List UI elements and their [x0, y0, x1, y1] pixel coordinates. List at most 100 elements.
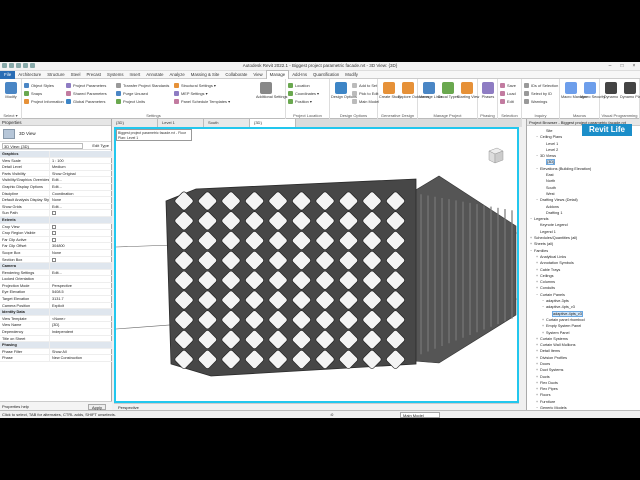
minimize-icon[interactable]: – — [606, 63, 614, 69]
dynamo-item-1[interactable]: Dynamo Player — [620, 82, 640, 100]
generative-item-0[interactable]: Create Study — [379, 82, 401, 100]
property-row[interactable]: Graphic Display Options Edit... — [0, 183, 112, 191]
property-row[interactable]: Crop View — [0, 223, 112, 231]
ribbon-tab-insert[interactable]: Insert — [127, 71, 144, 79]
design-option-item-2[interactable]: Main Model — [352, 98, 379, 105]
view-tab-2[interactable]: South — [204, 119, 250, 127]
property-value[interactable]: 1 : 100 — [50, 158, 112, 164]
settings-item-7[interactable]: Purge Unused — [116, 90, 148, 97]
ribbon-tab-annotate[interactable]: Annotate — [143, 71, 166, 79]
generative-item-1[interactable]: Explore Outcomes — [398, 82, 429, 100]
property-row[interactable]: Eye Elevation 5408.5 — [0, 289, 112, 297]
view-tab-0[interactable]: {3D} — [112, 119, 158, 127]
phases-button[interactable]: Phases — [478, 82, 498, 100]
property-row[interactable]: Rendering Settings Edit... — [0, 269, 112, 277]
ribbon-tab-structure[interactable]: Structure — [44, 71, 67, 79]
property-value[interactable]: Show All — [50, 349, 112, 355]
property-value[interactable]: Edit... — [50, 177, 112, 183]
instance-selector[interactable]: 3D View: {3D} — [2, 142, 83, 149]
property-value[interactable]: Edit... — [50, 270, 112, 276]
viewcube-icon[interactable] — [484, 145, 506, 167]
property-value[interactable]: Edit... — [50, 184, 112, 190]
selection-item-0[interactable]: Save — [500, 82, 516, 89]
inquiry-item-1[interactable]: Select by ID — [524, 90, 552, 97]
quick-access-toolbar[interactable] — [2, 63, 42, 70]
settings-item-6[interactable]: Transfer Project Standards — [116, 82, 169, 89]
design-options-button[interactable]: Design Options — [331, 82, 357, 100]
property-row[interactable]: Parts Visibility Show Original — [0, 170, 112, 178]
edit-type-button[interactable]: Edit Type — [83, 143, 109, 148]
property-row[interactable]: Title on Sheet — [0, 335, 112, 343]
ribbon-tab-manage[interactable]: Manage — [265, 70, 290, 79]
properties-help-link[interactable]: Properties help — [2, 404, 29, 409]
view-tab-3[interactable]: {3D} — [250, 119, 296, 127]
property-row[interactable]: Detail Level Medium — [0, 164, 112, 171]
property-row[interactable]: Scope Box None — [0, 249, 112, 257]
ribbon-tab-quantification[interactable]: Quantification — [310, 71, 342, 79]
settings-item-5[interactable]: Global Parameters — [66, 98, 105, 105]
ribbon-tab-architecture[interactable]: Architecture — [15, 71, 44, 79]
ribbon-tab-massing-site[interactable]: Massing & Site — [188, 71, 223, 79]
additional-settings-button[interactable]: Additional Settings — [256, 82, 287, 100]
modify-button[interactable]: Modify — [1, 82, 21, 100]
inquiry-item-0[interactable]: IDs of Selection — [524, 82, 558, 89]
property-value[interactable]: {3D} — [50, 322, 112, 328]
property-value[interactable]: Explicit — [50, 303, 112, 309]
settings-item-4[interactable]: Shared Parameters — [66, 90, 107, 97]
close-icon[interactable]: × — [630, 63, 638, 69]
manage-project-item-2[interactable]: Starting View — [457, 82, 479, 100]
apply-button[interactable]: Apply — [88, 403, 106, 410]
location-item-0[interactable]: Location — [288, 82, 310, 89]
inquiry-item-2[interactable]: Warnings — [524, 98, 547, 105]
property-row[interactable]: Target Elevation 3131.7 — [0, 296, 112, 303]
property-value[interactable]: 304800 — [50, 243, 112, 249]
design-option-item-0[interactable]: Add to Set — [352, 82, 377, 89]
selection-item-1[interactable]: Load — [500, 90, 516, 97]
dynamo-item-0[interactable]: Dynamo — [601, 82, 621, 100]
design-option-item-1[interactable]: Pick to Edit — [352, 90, 378, 97]
property-checkbox[interactable] — [52, 231, 56, 236]
property-value[interactable]: <None> — [50, 316, 112, 322]
property-checkbox[interactable] — [52, 257, 56, 262]
property-value[interactable]: Independent — [50, 329, 112, 335]
location-item-1[interactable]: Coordinates ▾ — [288, 90, 319, 97]
property-value[interactable]: Show Original — [50, 171, 112, 177]
property-row[interactable]: Discipline Coordination — [0, 190, 112, 198]
ribbon-tab-steel[interactable]: Steel — [68, 71, 84, 79]
active-model-selector[interactable]: Main Model — [400, 412, 440, 418]
property-value[interactable]: Edit... — [50, 204, 112, 210]
property-value[interactable]: Coordination — [50, 191, 112, 197]
property-row[interactable]: Show Grids Edit... — [0, 203, 112, 211]
settings-item-9[interactable]: Structural Settings ▾ — [174, 82, 216, 89]
selection-item-2[interactable]: Edit — [500, 98, 514, 105]
settings-item-11[interactable]: Panel Schedule Templates ▾ — [174, 98, 230, 105]
view-tab-1[interactable]: Level 1 — [158, 119, 204, 127]
property-value[interactable]: 3131.7 — [50, 296, 112, 302]
macro-item-1[interactable]: Macro Security — [580, 82, 605, 100]
property-value[interactable]: 5408.5 — [50, 289, 112, 295]
property-row[interactable]: Visibility/Graphics Overrides Edit... — [0, 177, 112, 184]
3d-viewport[interactable]: Biggest project parametric facade.rvt - … — [114, 127, 519, 403]
property-value[interactable] — [50, 336, 112, 342]
property-row[interactable]: Phase Filter Show All — [0, 348, 112, 356]
location-item-2[interactable]: Position ▾ — [288, 98, 312, 105]
ribbon-tab-add-ins[interactable]: Add-Ins — [289, 71, 310, 79]
settings-item-2[interactable]: Project Information — [24, 98, 64, 105]
property-value[interactable]: Medium — [50, 164, 112, 170]
property-row[interactable]: Camera Position Explicit — [0, 302, 112, 310]
property-row[interactable]: View Scale 1 : 100 — [0, 157, 112, 165]
facade-model[interactable] — [116, 129, 517, 401]
macro-item-0[interactable]: Macro Manager — [561, 82, 588, 100]
property-row[interactable]: Far Clip Offset 304800 — [0, 243, 112, 250]
ribbon-tab-precast[interactable]: Precast — [83, 71, 104, 79]
settings-item-10[interactable]: MEP Settings ▾ — [174, 90, 208, 97]
settings-item-1[interactable]: Snaps — [24, 90, 42, 97]
property-value[interactable] — [50, 230, 112, 236]
property-row[interactable]: Sun Path — [0, 210, 112, 217]
ribbon-tab-analyze[interactable]: Analyze — [166, 71, 187, 79]
property-row[interactable]: Locked Orientation — [0, 276, 112, 283]
file-tab[interactable]: File — [0, 70, 16, 79]
property-value[interactable]: None — [50, 250, 112, 256]
property-checkbox[interactable] — [52, 224, 56, 229]
settings-item-0[interactable]: Object Styles — [24, 82, 54, 89]
